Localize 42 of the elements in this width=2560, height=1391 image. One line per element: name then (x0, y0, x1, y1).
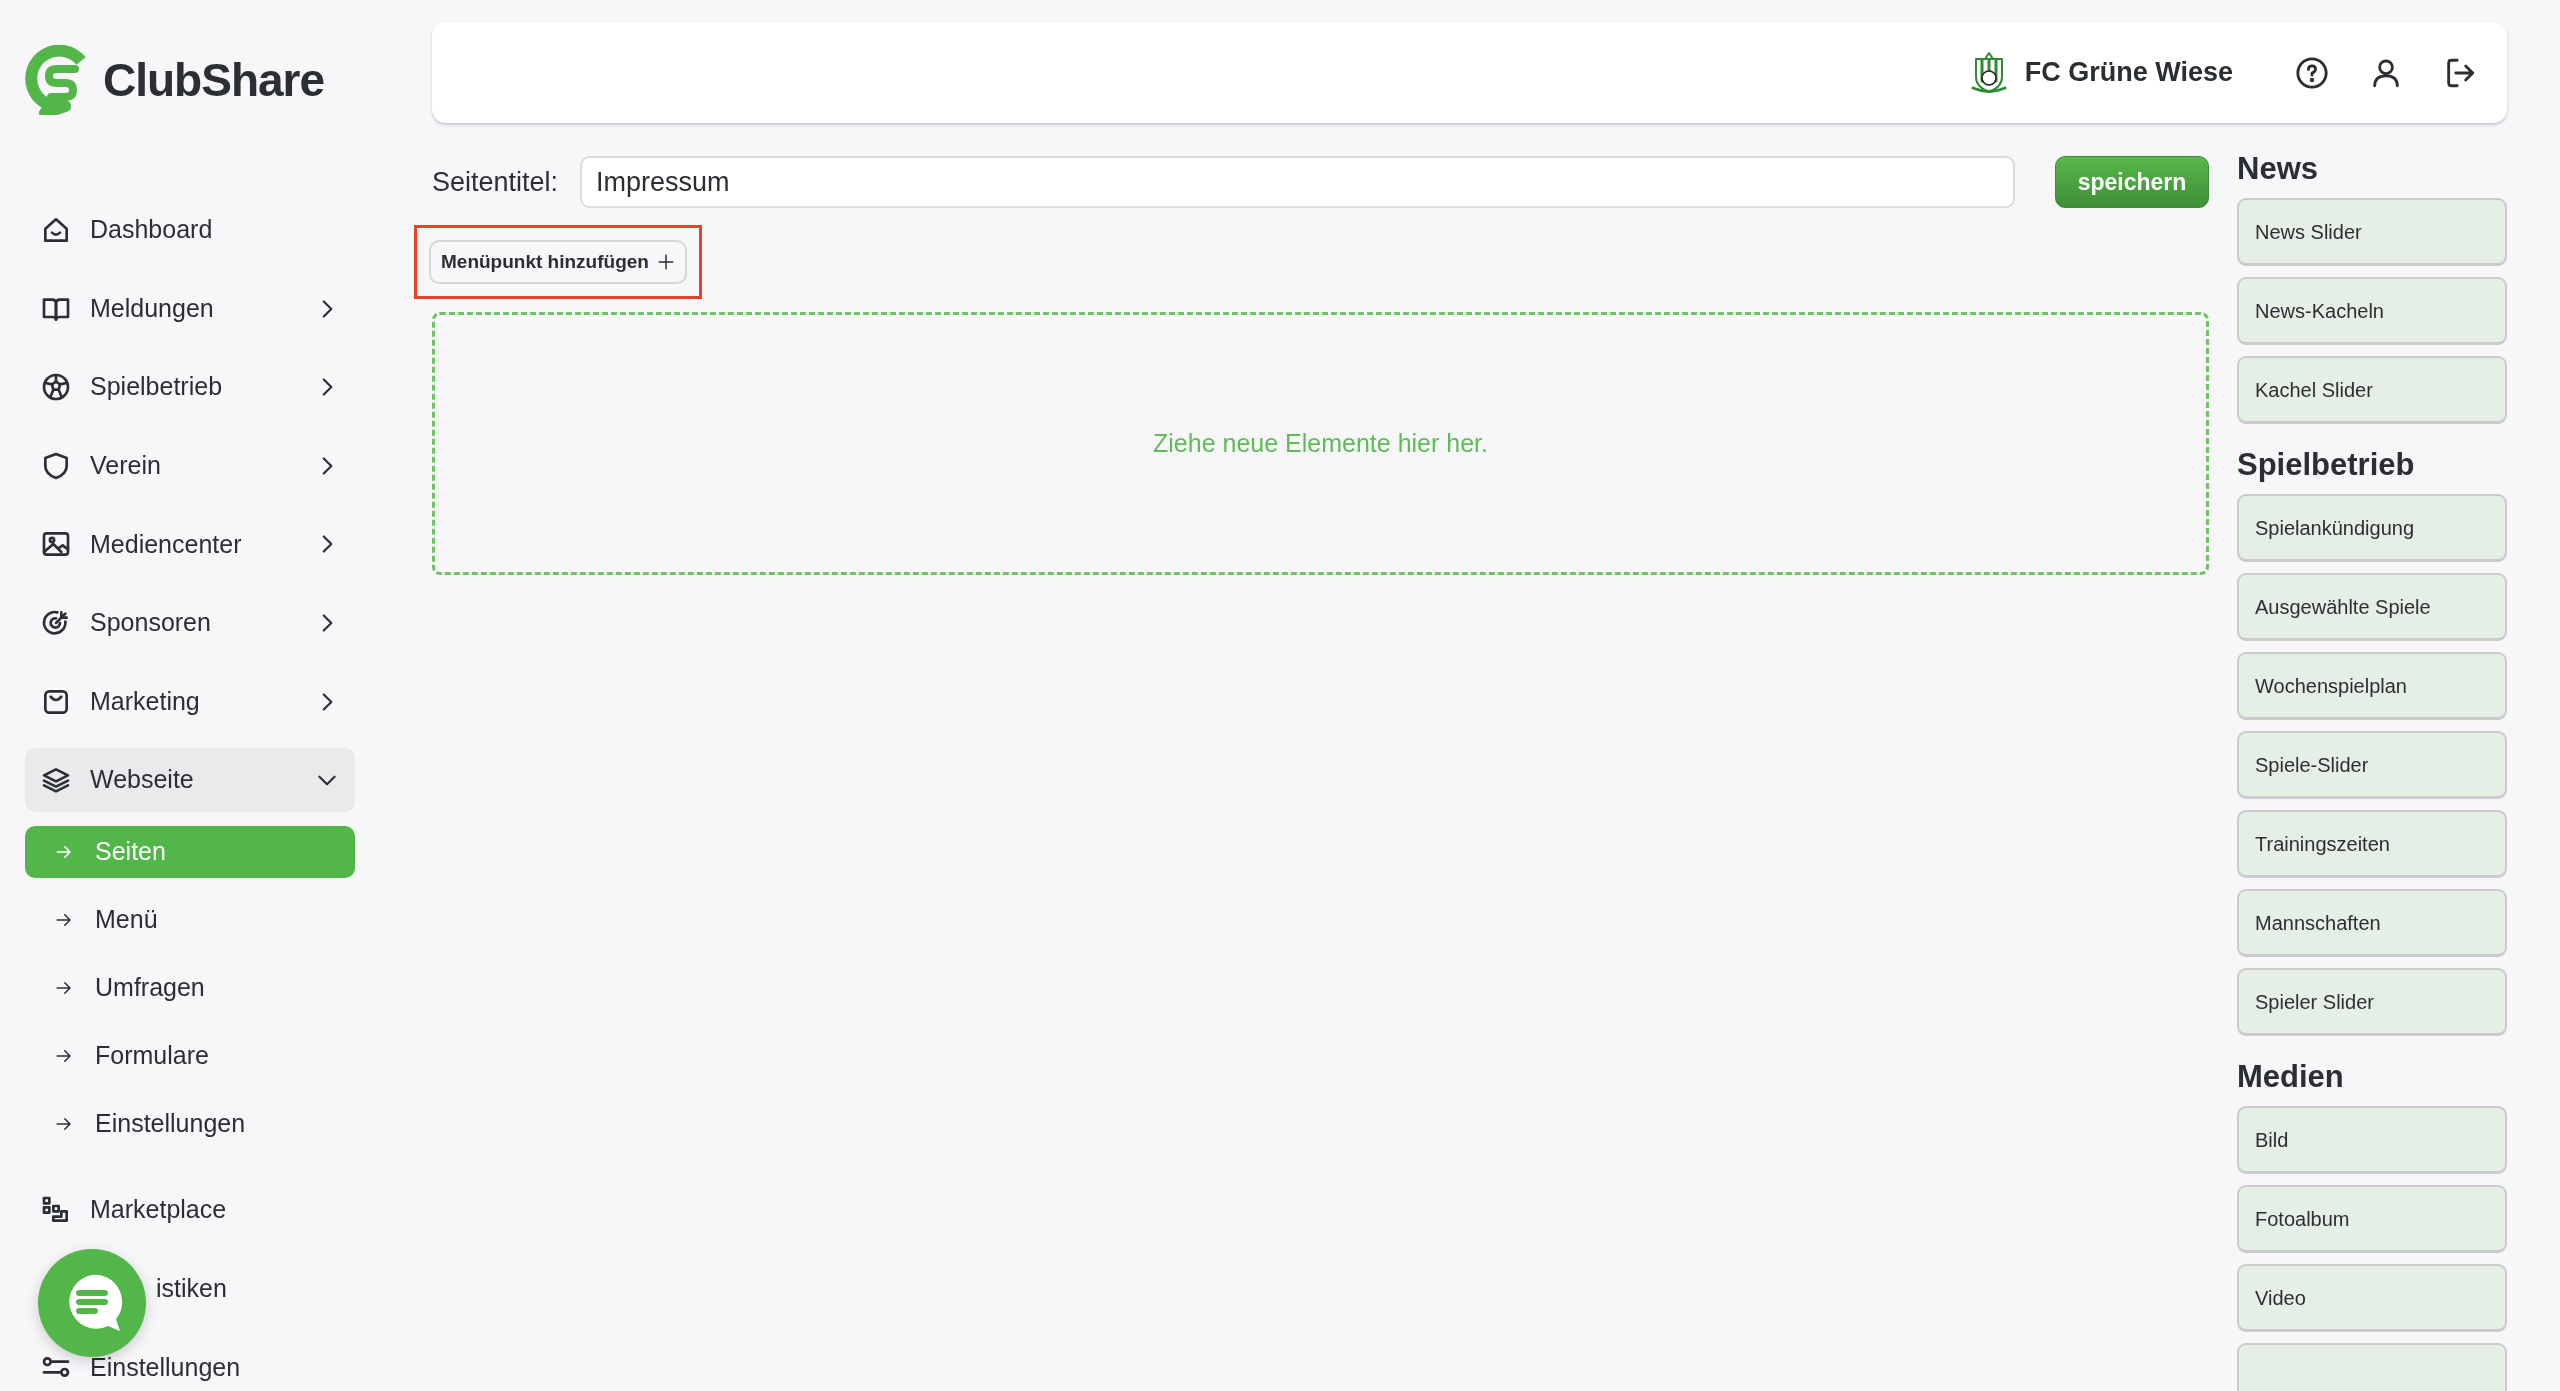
club-name: FC Grüne Wiese (2024, 56, 2233, 90)
sidebar-item[interactable]: Sponsoren (25, 590, 355, 655)
element-tile[interactable] (2237, 1343, 2507, 1391)
element-tile[interactable]: Video (2237, 1264, 2507, 1333)
sidebar-item[interactable]: Marketing (25, 669, 355, 734)
drop-hint: Ziehe neue Elemente hier her. (1153, 427, 1488, 459)
element-tile[interactable]: Spiele-Slider (2237, 731, 2507, 800)
section-heading: Spielbetrieb (2237, 448, 2416, 483)
element-tile[interactable]: News-Kacheln (2237, 277, 2507, 346)
crest-icon (1970, 50, 2007, 95)
element-tile[interactable]: News Slider (2237, 198, 2507, 267)
plus-icon (656, 253, 675, 271)
add-menu-item-button[interactable]: Menüpunkt hinzufügen (429, 240, 687, 284)
submenu-item[interactable]: Formulare (25, 1030, 355, 1083)
submenu-item[interactable]: Umfragen (25, 962, 355, 1015)
element-tile[interactable]: Trainingszeiten (2237, 810, 2507, 879)
section-heading: Medien (2237, 1060, 2345, 1095)
sidebar-item[interactable]: Einstellungen (25, 1335, 355, 1391)
element-tile[interactable]: Wochenspielplan (2237, 652, 2507, 721)
sidebar-item[interactable]: Verein (25, 433, 355, 498)
sidebar-item[interactable]: istiken (25, 1256, 355, 1321)
logo-text: ClubShare (103, 52, 325, 108)
sidebar-item[interactable]: Meldungen (25, 276, 355, 341)
field-label: Seitentitel: (432, 165, 559, 199)
element-tile[interactable]: Bild (2237, 1106, 2507, 1175)
sidebar-item[interactable]: Mediencenter (25, 512, 355, 577)
section-heading: News (2237, 156, 2319, 187)
sidebar-item[interactable]: Spielbetrieb (25, 355, 355, 420)
title-input[interactable]: Impressum (580, 156, 2015, 208)
element-tile[interactable]: Fotoalbum (2237, 1185, 2507, 1254)
sidebar-item[interactable]: Marketplace (25, 1178, 355, 1243)
sidebar-item[interactable]: Webseite (25, 748, 355, 813)
element-tile[interactable]: Ausgewählte Spiele (2237, 573, 2507, 642)
element-tile[interactable]: Mannschaften (2237, 889, 2507, 958)
help-icon[interactable] (2295, 55, 2329, 90)
chat-button[interactable] (38, 1249, 146, 1357)
element-tile[interactable]: Kachel Slider (2237, 356, 2507, 425)
element-tile[interactable]: Spieler Slider (2237, 968, 2507, 1037)
element-tile[interactable]: Spielankündigung (2237, 494, 2507, 563)
submenu-item[interactable]: Menü (25, 894, 355, 947)
sidebar-item[interactable]: Dashboard (25, 198, 355, 262)
submenu-item[interactable]: Einstellungen (25, 1098, 355, 1151)
